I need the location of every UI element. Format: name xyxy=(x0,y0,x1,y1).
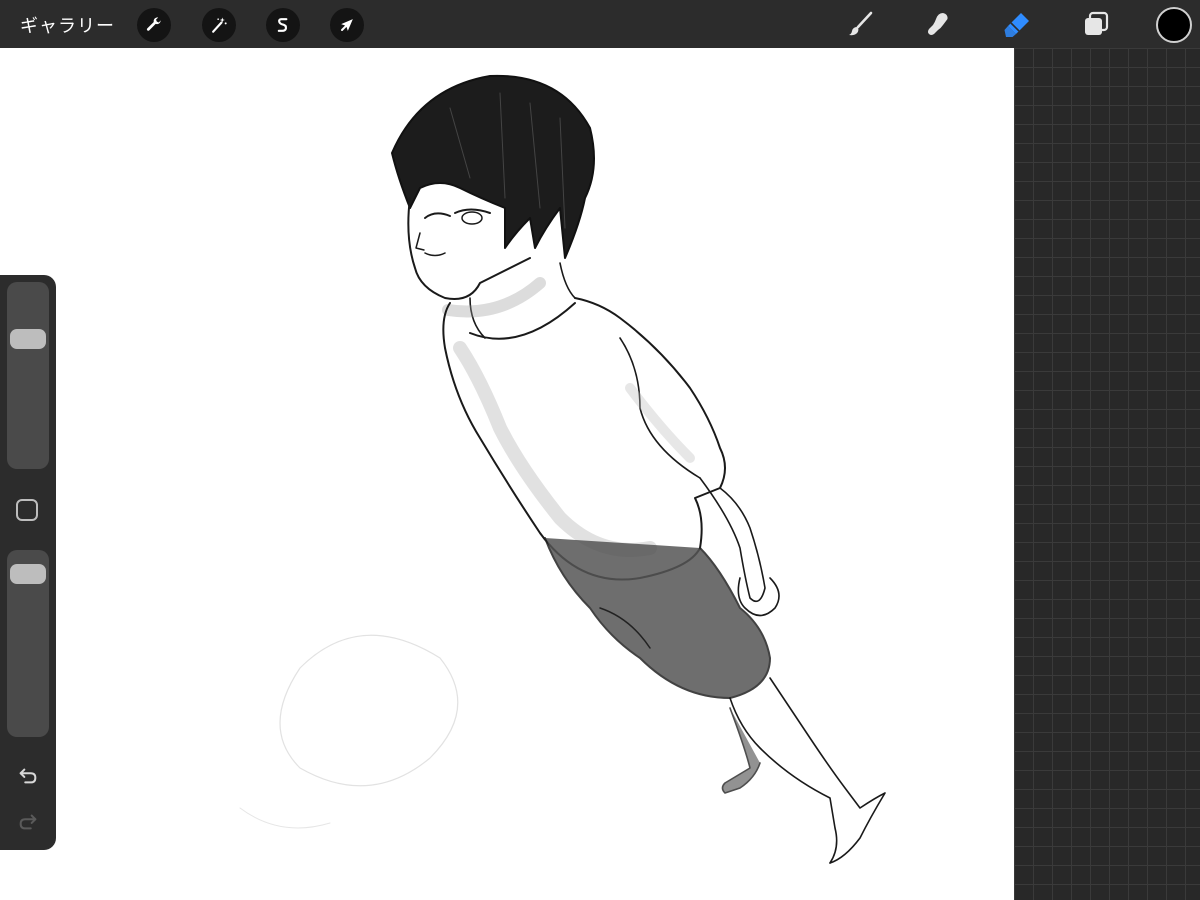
transform-button[interactable] xyxy=(330,8,364,42)
sketch-artwork xyxy=(239,74,886,864)
eraser-icon xyxy=(1004,13,1029,37)
selection-s-icon xyxy=(277,18,288,32)
selection-button[interactable] xyxy=(266,8,300,42)
modify-button[interactable] xyxy=(16,499,38,521)
eraser-tool-button[interactable] xyxy=(999,6,1035,42)
redo-arrow-icon xyxy=(19,814,37,830)
drawing-canvas[interactable] xyxy=(0,48,1014,900)
actions-button[interactable] xyxy=(137,8,171,42)
brush-size-thumb[interactable] xyxy=(10,328,46,349)
left-sidebar xyxy=(0,275,56,850)
brush-opacity-thumb[interactable] xyxy=(10,563,46,584)
wrench-icon xyxy=(146,17,161,31)
layers-button[interactable] xyxy=(1078,6,1114,42)
paint-tool-button[interactable] xyxy=(843,6,879,42)
color-picker-button[interactable] xyxy=(1156,7,1192,43)
procreate-app: ギャラリー xyxy=(0,0,1200,900)
layers-icon xyxy=(1085,11,1109,35)
undo-button[interactable] xyxy=(14,764,42,788)
magic-wand-icon xyxy=(212,17,227,33)
gallery-button[interactable]: ギャラリー xyxy=(20,12,115,38)
smudge-tool-button[interactable] xyxy=(920,6,956,42)
arrow-cursor-icon xyxy=(341,19,353,31)
undo-arrow-icon xyxy=(19,768,37,784)
redo-button[interactable] xyxy=(14,810,42,834)
adjustments-button[interactable] xyxy=(202,8,236,42)
brush-icon xyxy=(849,11,873,36)
brush-size-slider[interactable] xyxy=(7,282,49,469)
smudge-finger-icon xyxy=(928,13,948,35)
reference-grid-panel xyxy=(1014,48,1200,900)
top-toolbar: ギャラリー xyxy=(0,0,1200,48)
brush-opacity-slider[interactable] xyxy=(7,550,49,737)
